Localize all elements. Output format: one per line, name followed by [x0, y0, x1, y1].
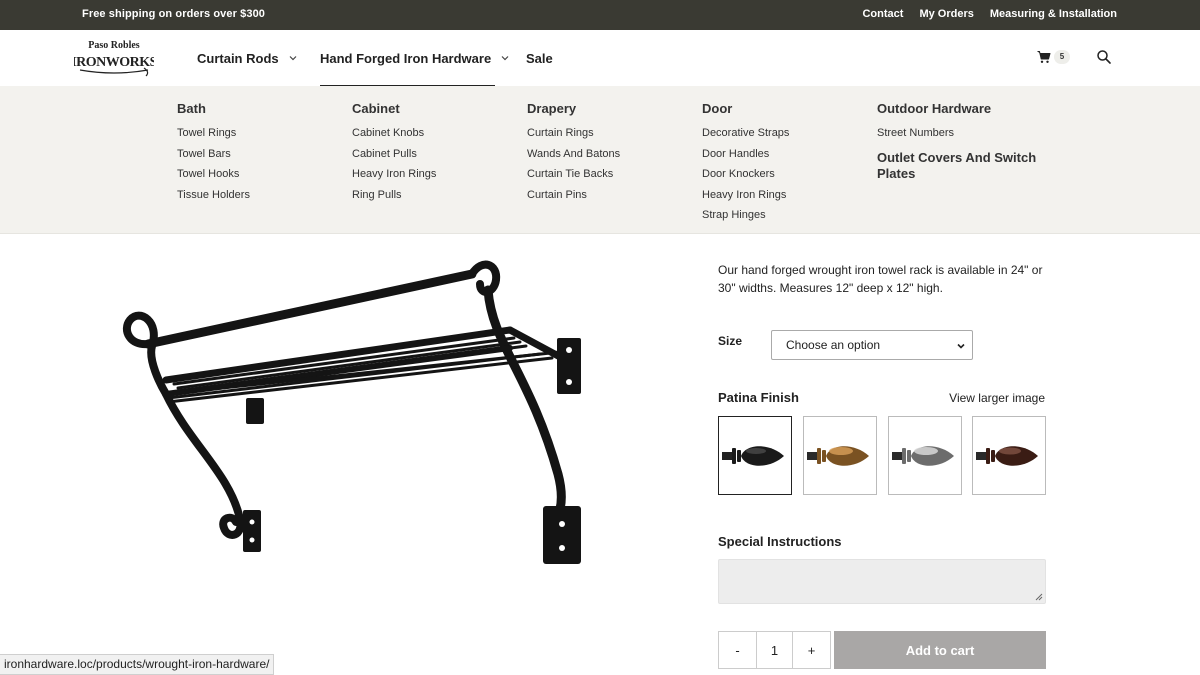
add-to-cart-button[interactable]: Add to cart	[834, 631, 1046, 669]
chevron-down-icon	[501, 56, 509, 61]
menu-column-bath: Bath Towel Rings Towel Bars Towel Hooks …	[177, 101, 347, 205]
menu-link[interactable]: Cabinet Knobs	[352, 123, 522, 144]
menu-link[interactable]: Towel Hooks	[177, 164, 347, 185]
menu-heading-drapery[interactable]: Drapery	[527, 101, 697, 117]
towel-rack-illustration	[122, 260, 581, 564]
menu-link[interactable]: Curtain Tie Backs	[527, 164, 697, 185]
menu-link[interactable]: Heavy Iron Rings	[702, 185, 872, 206]
patina-finish-title: Patina Finish	[718, 390, 799, 405]
swatch-black[interactable]	[718, 416, 792, 495]
swatch-bronze[interactable]	[803, 416, 877, 495]
menu-heading-door[interactable]: Door	[702, 101, 872, 117]
product-image[interactable]	[100, 234, 600, 574]
nav-hand-forged-label: Hand Forged Iron Hardware	[320, 50, 492, 66]
patina-swatches	[718, 416, 1046, 495]
size-label: Size	[718, 334, 743, 348]
size-selected-value: Choose an option	[786, 338, 881, 352]
menu-heading-bath[interactable]: Bath	[177, 101, 347, 117]
my-orders-link[interactable]: My Orders	[919, 8, 973, 20]
swatch-pewter[interactable]	[888, 416, 962, 495]
menu-link[interactable]: Curtain Pins	[527, 185, 697, 206]
nav-curtain-rods[interactable]: Curtain Rods	[197, 30, 320, 86]
resize-grip-icon[interactable]	[1035, 593, 1043, 601]
measuring-installation-link[interactable]: Measuring & Installation	[990, 8, 1117, 20]
swatch-rust[interactable]	[972, 416, 1046, 495]
finial-icon	[722, 446, 784, 466]
nav-curtain-rods-label: Curtain Rods	[197, 50, 279, 66]
menu-link[interactable]: Wands And Batons	[527, 144, 697, 165]
menu-column-drapery: Drapery Curtain Rings Wands And Batons C…	[527, 101, 697, 205]
menu-link[interactable]: Heavy Iron Rings	[352, 164, 522, 185]
product-description: Our hand forged wrought iron towel rack …	[718, 263, 1043, 295]
main-nav: Curtain Rods Hand Forged Iron Hardware S…	[197, 30, 553, 86]
menu-link[interactable]: Towel Bars	[177, 144, 347, 165]
menu-link[interactable]: Towel Rings	[177, 123, 347, 144]
menu-column-outdoor: Outdoor Hardware Street Numbers Outlet C…	[877, 101, 1047, 188]
top-links: Contact My Orders Measuring & Installati…	[862, 8, 1117, 20]
menu-column-cabinet: Cabinet Cabinet Knobs Cabinet Pulls Heav…	[352, 101, 522, 205]
size-select[interactable]: Choose an option	[771, 330, 973, 360]
search-icon[interactable]	[1096, 49, 1112, 65]
menu-link[interactable]: Decorative Straps	[702, 123, 872, 144]
contact-link[interactable]: Contact	[862, 8, 903, 20]
site-logo[interactable]: Paso Robles IRONWORKS	[71, 38, 158, 78]
menu-link[interactable]: Curtain Rings	[527, 123, 697, 144]
quantity-stepper: - 1 +	[718, 631, 831, 669]
menu-heading-outdoor-hardware[interactable]: Outdoor Hardware	[877, 101, 1047, 117]
special-instructions-label: Special Instructions	[718, 534, 842, 549]
menu-link[interactable]: Cabinet Pulls	[352, 144, 522, 165]
nav-sale[interactable]: Sale	[526, 30, 553, 86]
chevron-down-icon	[289, 56, 297, 61]
menu-column-door: Door Decorative Straps Door Handles Door…	[702, 101, 872, 226]
logo-line1: Paso Robles	[88, 40, 140, 51]
special-instructions-textarea[interactable]	[718, 559, 1046, 604]
chevron-down-icon	[957, 343, 965, 349]
cart-icon	[1037, 51, 1051, 63]
menu-link[interactable]: Strap Hinges	[702, 205, 872, 226]
cart-button[interactable]: 5	[1037, 49, 1071, 67]
finial-icon	[976, 446, 1038, 466]
logo-line2: IRONWORKS	[74, 55, 154, 70]
finial-icon	[807, 446, 869, 466]
quantity-increase-button[interactable]: +	[793, 632, 830, 668]
top-announcement-bar: Free shipping on orders over $300 Contac…	[0, 0, 1200, 30]
quantity-decrease-button[interactable]: -	[719, 632, 756, 668]
menu-heading-outlet-covers[interactable]: Outlet Covers And Switch Plates	[877, 150, 1037, 182]
menu-heading-cabinet[interactable]: Cabinet	[352, 101, 522, 117]
nav-hand-forged-iron-hardware[interactable]: Hand Forged Iron Hardware	[320, 30, 526, 86]
menu-link[interactable]: Door Handles	[702, 144, 872, 165]
mega-menu: Bath Towel Rings Towel Bars Towel Hooks …	[0, 86, 1200, 234]
menu-link[interactable]: Tissue Holders	[177, 185, 347, 206]
quantity-input[interactable]: 1	[756, 632, 793, 668]
free-shipping-promo: Free shipping on orders over $300	[82, 8, 266, 20]
menu-link[interactable]: Door Knockers	[702, 164, 872, 185]
view-larger-image-link[interactable]: View larger image	[949, 391, 1045, 405]
status-bar-url: ironhardware.loc/products/wrought-iron-h…	[0, 654, 275, 675]
menu-link[interactable]: Ring Pulls	[352, 185, 522, 206]
finial-icon	[892, 446, 954, 466]
cart-count-badge: 5	[1054, 50, 1070, 64]
site-header: Paso Robles IRONWORKS Curtain Rods Hand …	[0, 30, 1200, 86]
nav-sale-label: Sale	[526, 50, 553, 66]
menu-link[interactable]: Street Numbers	[877, 123, 1047, 144]
